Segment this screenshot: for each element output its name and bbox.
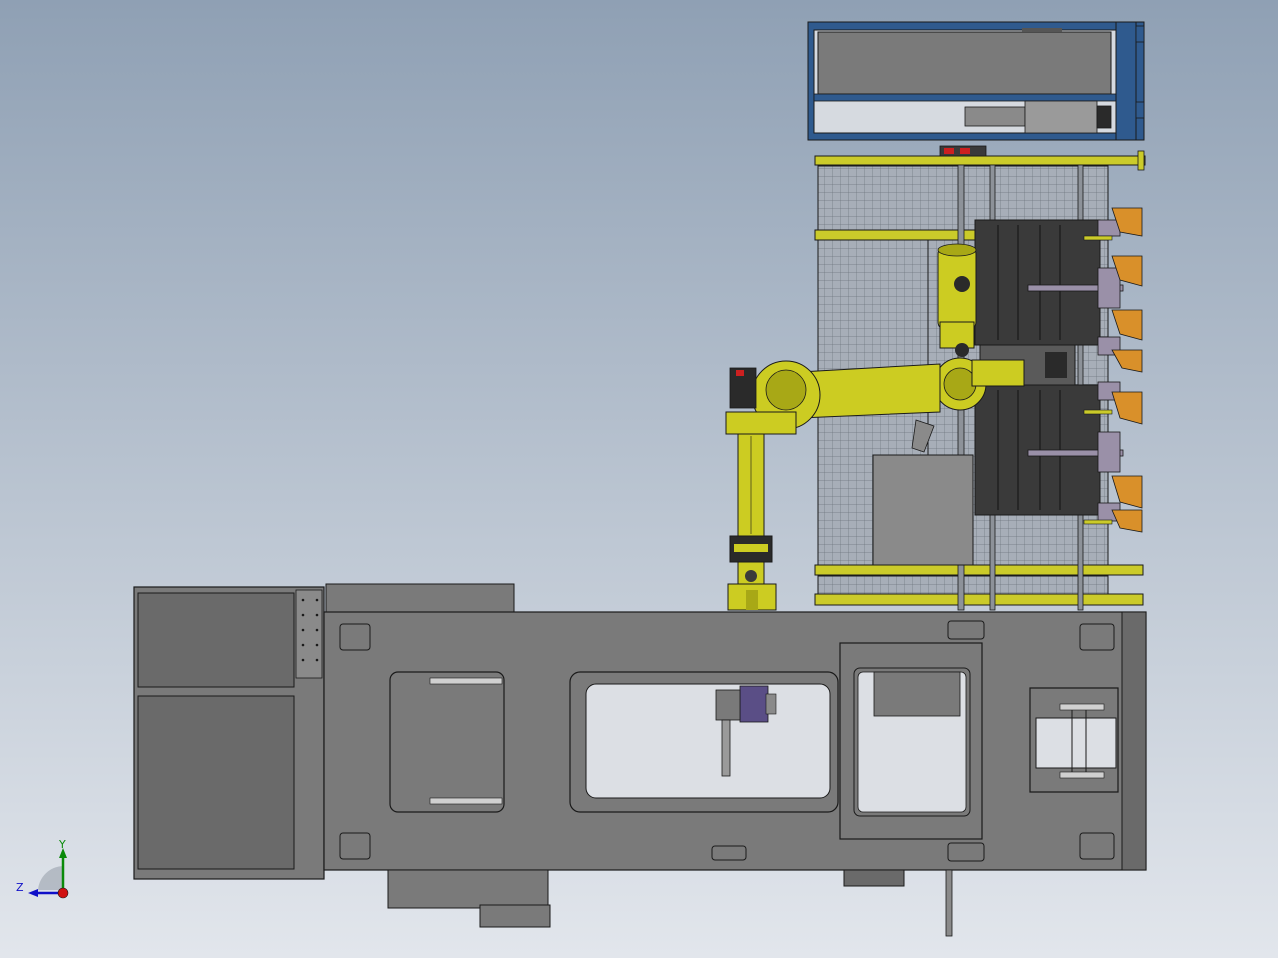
red-beacon	[939, 145, 987, 157]
triad-z-label: Z	[16, 881, 24, 894]
cad-drawing[interactable]	[0, 0, 1278, 958]
cad-viewport[interactable]: Y Z	[0, 0, 1278, 958]
blue-cabinet-frame	[807, 21, 1145, 141]
triad-y-label: Y	[59, 838, 66, 851]
